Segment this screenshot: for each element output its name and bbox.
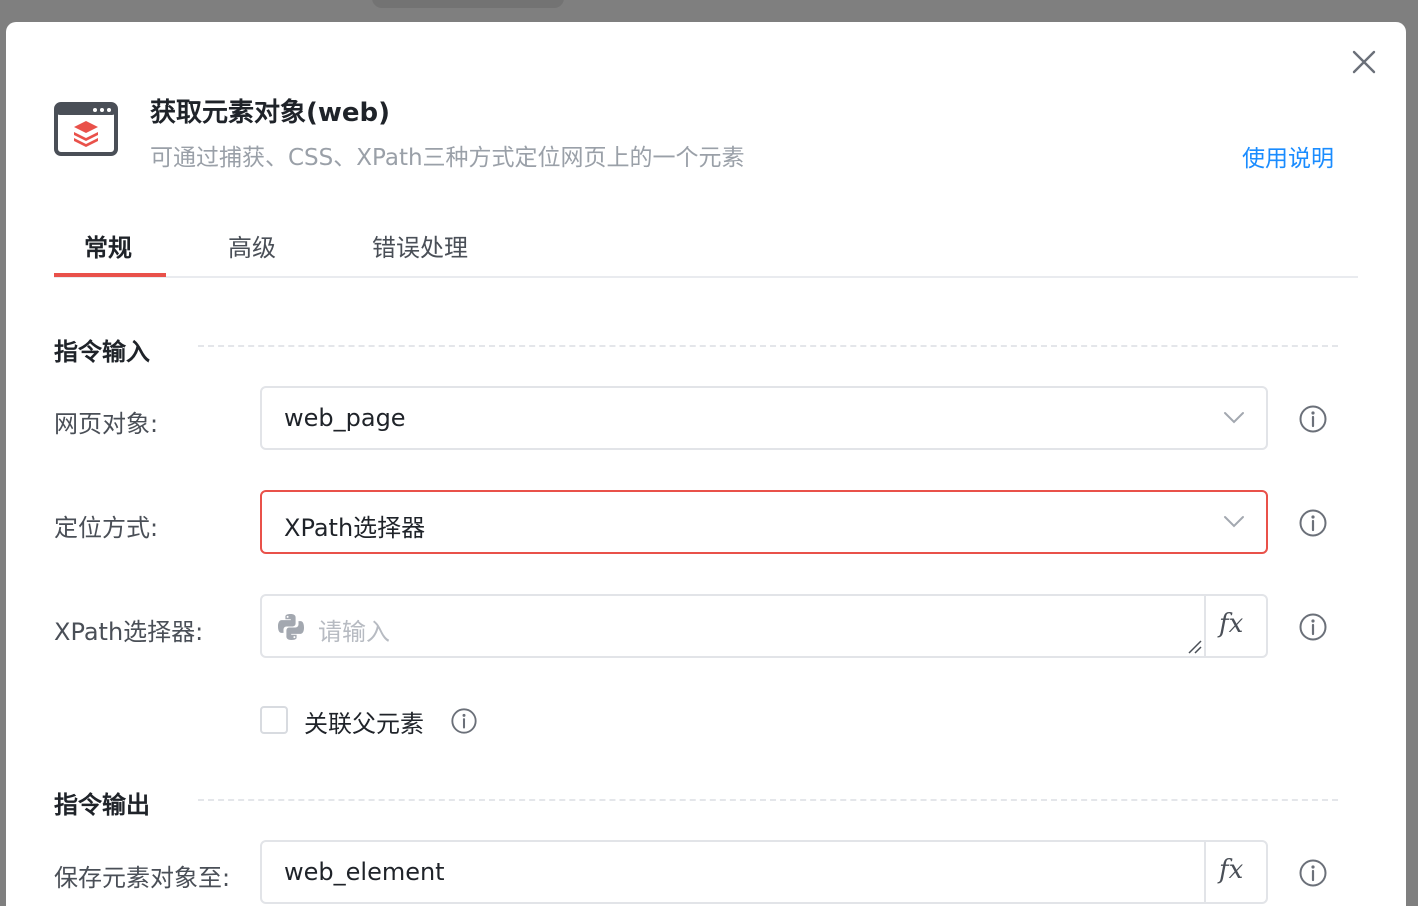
link-parent-checkbox[interactable] [260, 706, 288, 734]
fx-icon: fx [1219, 855, 1244, 885]
chevron-down-icon [1224, 412, 1244, 424]
fx-icon: fx [1219, 609, 1244, 639]
web-page-label: 网页对象: [54, 410, 159, 438]
web-element-icon [54, 102, 118, 156]
save-to-label: 保存元素对象至: [54, 864, 231, 892]
web-page-value: web_page [284, 404, 406, 432]
active-tab-indicator [54, 273, 166, 277]
tab-bar: 常规 高级 错误处理 [54, 220, 1358, 278]
info-icon[interactable] [1298, 508, 1328, 538]
info-icon[interactable] [450, 707, 478, 735]
locate-method-label: 定位方式: [54, 514, 159, 542]
xpath-label: XPath选择器: [54, 618, 204, 646]
section-title-input: 指令输入 [54, 338, 150, 366]
background-pill [372, 0, 564, 8]
help-link[interactable]: 使用说明 [1242, 139, 1334, 173]
close-icon[interactable] [1348, 46, 1380, 78]
section-divider [198, 345, 1338, 347]
locate-method-value: XPath选择器 [284, 514, 426, 542]
tab-error-handling[interactable]: 错误处理 [372, 228, 468, 263]
tab-advanced[interactable]: 高级 [228, 228, 276, 263]
tab-general[interactable]: 常规 [84, 228, 132, 263]
dialog: 获取元素对象(web) 可通过捕获、CSS、XPath三种方式定位网页上的一个元… [6, 22, 1406, 906]
chevron-down-icon [1224, 516, 1244, 528]
resize-handle-icon[interactable] [1186, 638, 1202, 654]
xpath-placeholder: 请输入 [318, 618, 390, 646]
locate-method-select[interactable]: XPath选择器 [260, 490, 1268, 554]
save-to-value: web_element [284, 858, 445, 886]
info-icon[interactable] [1298, 404, 1328, 434]
info-icon[interactable] [1298, 858, 1328, 888]
fx-button[interactable]: fx [1204, 596, 1266, 656]
section-title-output: 指令输出 [54, 791, 150, 819]
link-parent-label: 关联父元素 [304, 710, 424, 738]
dialog-subtitle: 可通过捕获、CSS、XPath三种方式定位网页上的一个元素 [150, 145, 745, 171]
web-page-select[interactable]: web_page [260, 386, 1268, 450]
fx-button[interactable]: fx [1204, 842, 1266, 902]
xpath-input[interactable]: 请输入 fx [260, 594, 1268, 658]
dialog-title: 获取元素对象(web) [150, 98, 391, 128]
info-icon[interactable] [1298, 612, 1328, 642]
save-to-input[interactable]: web_element fx [260, 840, 1268, 904]
section-divider [198, 799, 1338, 801]
python-icon [278, 614, 304, 640]
